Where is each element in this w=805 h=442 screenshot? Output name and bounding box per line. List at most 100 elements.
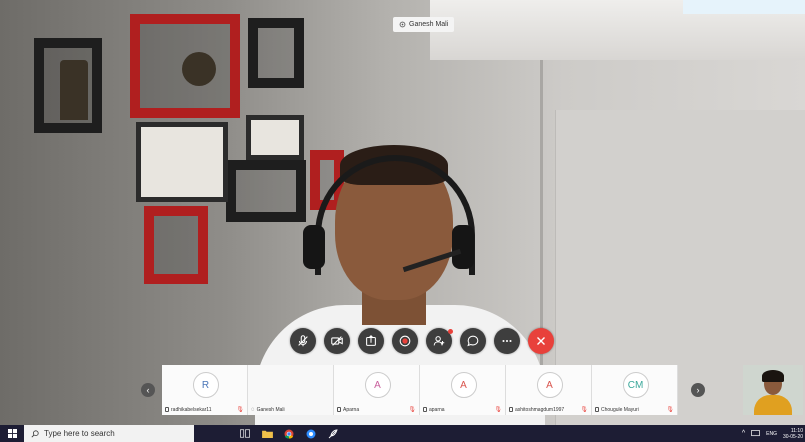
- device-icon: [595, 407, 599, 412]
- chrome-button[interactable]: [278, 425, 300, 442]
- more-button[interactable]: [494, 328, 520, 354]
- wall-shelf: [226, 160, 306, 222]
- participant-label: aparna 🎙︎: [423, 406, 502, 413]
- video-stage: Ganesh Mali ‹ R radhikabelsekar11 🎙︎ ◌ G…: [0, 0, 805, 425]
- participant-tile[interactable]: A ashitoshmagdum1997 🎙︎: [506, 365, 592, 415]
- microphone-off-icon: [298, 335, 308, 347]
- headset-earcup: [303, 225, 325, 269]
- wall-shelf: [248, 18, 304, 88]
- self-view-body: [754, 395, 792, 415]
- camera-off-icon: [331, 336, 343, 346]
- trophy: [60, 60, 88, 120]
- speaker-icon: ◌: [251, 407, 255, 413]
- participant-label: ashitoshmagdum1997 🎙︎: [509, 406, 588, 413]
- participant-tile[interactable]: ◌ Ganesh Mali: [248, 365, 334, 415]
- taskbar: Type here to search ^ ENG 11:10 30-05-20: [0, 425, 805, 442]
- wall-shelf: [144, 206, 208, 284]
- system-tray: ^ ENG 11:10 30-05-20: [742, 425, 803, 442]
- mic-muted-icon: 🎙︎: [580, 407, 588, 413]
- participant-avatar: A: [536, 372, 563, 398]
- certificate-frame: [246, 115, 304, 160]
- top-right-panel: [683, 0, 805, 14]
- mute-button[interactable]: [290, 328, 316, 354]
- participant-name: radhikabelsekar11: [171, 406, 212, 413]
- search-placeholder: Type here to search: [44, 429, 115, 438]
- share-screen-icon: [366, 335, 376, 346]
- task-view-icon: [240, 429, 250, 438]
- participant-name: Ganesh Mali: [256, 407, 285, 413]
- participant-avatar: A: [450, 372, 477, 398]
- record-icon: [399, 335, 411, 347]
- clock[interactable]: 11:10 30-05-20: [783, 428, 803, 440]
- windows-icon: [7, 429, 17, 438]
- participant-label: Chougule Mayuri 🎙︎: [595, 406, 674, 413]
- participant-label: Aparna 🎙︎: [337, 406, 416, 413]
- participant-avatar: CM: [622, 372, 649, 398]
- mic-muted-icon: 🎙︎: [408, 407, 416, 413]
- self-view-hair: [762, 370, 784, 382]
- participant-name: aparna: [429, 406, 445, 413]
- device-icon: [165, 407, 169, 412]
- share-button[interactable]: [358, 328, 384, 354]
- participant-tile[interactable]: A Aparna 🎙︎: [334, 365, 420, 415]
- network-icon[interactable]: [751, 430, 760, 437]
- language-indicator[interactable]: ENG: [766, 431, 777, 437]
- end-call-icon: [537, 337, 545, 345]
- call-controls: [290, 328, 554, 354]
- pinned-app-button[interactable]: [322, 425, 344, 442]
- avatar-initials: CM: [627, 379, 644, 391]
- mic-muted-icon: 🎙︎: [666, 407, 674, 413]
- clock-date: 30-05-20: [782, 433, 803, 440]
- end-call-button[interactable]: [528, 328, 554, 354]
- start-button[interactable]: [0, 425, 24, 442]
- participant-strip: R radhikabelsekar11 🎙︎ ◌ Ganesh Mali A Apa…: [162, 365, 678, 415]
- participant-avatar: A: [364, 372, 391, 398]
- participant-name: Aparna: [343, 406, 360, 413]
- folder-icon: [261, 430, 273, 438]
- participant-label: ◌ Ganesh Mali: [251, 407, 330, 413]
- participant-tile[interactable]: A aparna 🎙︎: [420, 365, 506, 415]
- device-icon: [509, 407, 513, 412]
- camera-button[interactable]: [324, 328, 350, 354]
- meeting-app-icon: [306, 429, 316, 438]
- chat-icon: [467, 335, 479, 347]
- chevron-left-icon: ‹: [146, 385, 150, 395]
- device-icon: [337, 407, 341, 412]
- avatar-initials: A: [460, 379, 467, 391]
- record-button[interactable]: [392, 328, 418, 354]
- speaker-name: Ganesh Mali: [409, 21, 449, 28]
- participant-tile[interactable]: R radhikabelsekar11 🎙︎: [162, 365, 248, 415]
- self-view[interactable]: [743, 365, 803, 415]
- avatar-initials: A: [374, 379, 381, 391]
- file-explorer-button[interactable]: [256, 425, 278, 442]
- participant-tile[interactable]: CM Chougule Mayuri 🎙︎: [592, 365, 678, 415]
- search-icon: [31, 429, 39, 437]
- active-speaker-label: Ganesh Mali: [393, 17, 455, 32]
- meeting-app-button[interactable]: [300, 425, 322, 442]
- chevron-up-icon[interactable]: ^: [742, 430, 745, 437]
- participant-label: radhikabelsekar11 🎙︎: [165, 406, 244, 413]
- participant-name: Chougule Mayuri: [601, 406, 639, 413]
- feather-icon: [328, 429, 338, 438]
- speaker-icon: [399, 21, 406, 28]
- strip-prev-button[interactable]: ‹: [141, 383, 155, 397]
- strip-next-button[interactable]: ›: [691, 383, 705, 397]
- participant-name: ashitoshmagdum1997: [515, 406, 565, 413]
- participant-avatar: R: [192, 372, 219, 398]
- headset-earcup: [452, 225, 474, 269]
- chat-button[interactable]: [460, 328, 486, 354]
- avatar-initials: A: [546, 379, 553, 391]
- mic-muted-icon: 🎙︎: [494, 407, 502, 413]
- mic-muted-icon: 🎙︎: [236, 407, 244, 413]
- more-icon: [502, 339, 512, 343]
- participants-badge: [448, 329, 453, 334]
- certificate-frame: [136, 122, 228, 202]
- award-plate: [182, 52, 216, 86]
- chrome-icon: [284, 429, 294, 439]
- chevron-right-icon: ›: [696, 385, 700, 395]
- avatar-initials: R: [201, 379, 210, 391]
- device-icon: [423, 407, 427, 412]
- participants-icon: [433, 336, 445, 346]
- task-view-button[interactable]: [234, 425, 256, 442]
- taskbar-search[interactable]: Type here to search: [24, 425, 194, 442]
